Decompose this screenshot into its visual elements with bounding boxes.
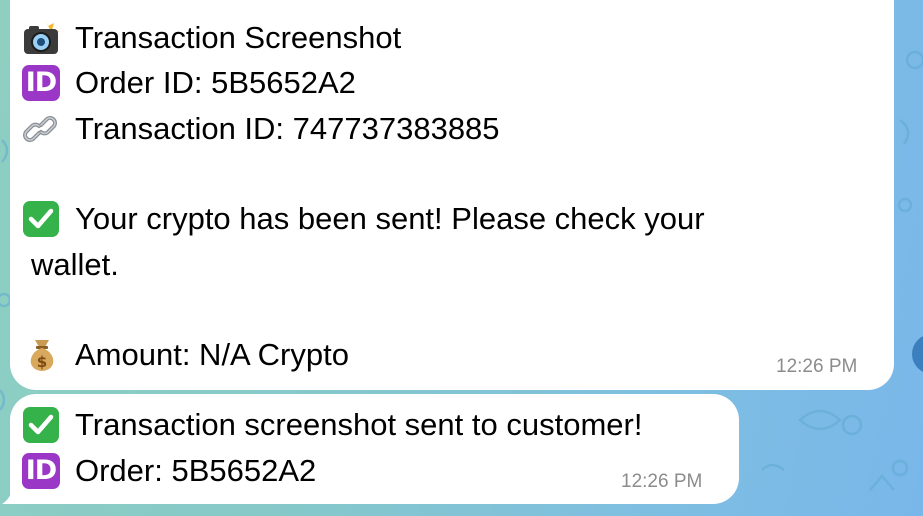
money-bag-icon: $ [21,337,63,373]
message-line-status: Your crypto has been sent! Please check … [21,199,705,239]
id-icon: ID [21,453,63,489]
message-bubble-transaction [10,0,894,390]
message-line-transaction-id: Transaction ID: 747737383885 [21,109,500,149]
link-icon [21,111,63,147]
amount-text: Amount: N/A Crypto [75,337,349,372]
transaction-id-text: Transaction ID: 747737383885 [75,111,500,146]
camera-with-flash-icon [21,20,63,56]
message-1-timestamp: 12:26 PM [776,356,858,377]
message-2-timestamp: 12:26 PM [621,471,703,492]
check-mark-icon [21,201,63,237]
title-text: Transaction Screenshot [75,20,402,55]
order-id-text: Order ID: 5B5652A2 [75,65,356,100]
order-text: Order: 5B5652A2 [75,453,317,488]
check-mark-icon [21,407,63,443]
id-icon: ID [21,65,63,101]
message-line-amount: $ Amount: N/A Crypto [21,335,349,375]
status-text-line-1: Your crypto has been sent! Please check … [75,201,705,236]
message-line-status-wrap: wallet. [31,245,119,285]
message-line-confirmation: Transaction screenshot sent to customer! [21,405,642,445]
svg-text:$: $ [37,353,47,371]
message-line-title: Transaction Screenshot [21,18,401,58]
status-text-line-2: wallet. [31,247,119,282]
message-line-order-id: ID Order ID: 5B5652A2 [21,63,356,103]
message-line-order: ID Order: 5B5652A2 [21,451,316,491]
confirmation-text: Transaction screenshot sent to customer! [75,407,643,442]
